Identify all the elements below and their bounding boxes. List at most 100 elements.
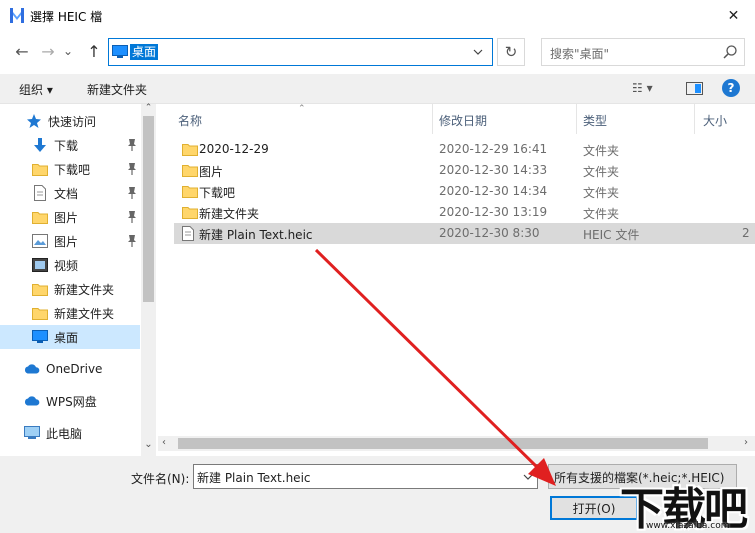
folder-icon — [32, 281, 48, 297]
pin-icon — [126, 138, 138, 152]
recent-locations-button[interactable]: ⌄ — [61, 40, 75, 62]
back-button[interactable]: ← — [11, 40, 33, 62]
file-row[interactable]: 图片 2020-12-30 14:33 文件夹 — [174, 160, 755, 181]
file-name: 2020-12-29 — [199, 142, 269, 156]
file-row[interactable]: 新建 Plain Text.heic 2020-12-30 8:30 HEIC 文件… — [174, 223, 755, 244]
sidebar-item[interactable]: 新建文件夹 — [0, 277, 140, 301]
search-icon[interactable] — [722, 44, 738, 60]
sidebar-item-label: WPS网盘 — [46, 394, 97, 409]
scroll-left-arrow-icon[interactable]: ‹ — [162, 437, 166, 448]
file-type: 文件夹 — [583, 144, 620, 158]
file-row[interactable]: 下载吧 2020-12-30 14:34 文件夹 — [174, 181, 755, 202]
folder-icon — [182, 184, 198, 199]
file-row[interactable]: 2020-12-29 2020-12-29 16:41 文件夹 — [174, 139, 755, 160]
column-header-size[interactable]: 大小 — [703, 112, 727, 129]
filename-dropdown-button[interactable] — [521, 469, 535, 485]
organize-menu-button[interactable]: 组织 ▾ — [19, 81, 53, 98]
window-title: 選擇 HEIC 檔 — [30, 10, 103, 24]
sidebar-item-label: 桌面 — [54, 330, 79, 345]
sidebar-item-label: 视频 — [54, 258, 79, 273]
column-divider[interactable] — [694, 104, 695, 134]
horizontal-scrollbar[interactable]: ‹ › — [158, 436, 755, 451]
close-button[interactable]: ✕ — [712, 0, 755, 32]
sidebar-item-label: 下载吧 — [54, 162, 91, 177]
sidebar-item[interactable]: 新建文件夹 — [0, 301, 140, 325]
sidebar-item[interactable]: 图片 — [0, 205, 140, 229]
address-dropdown-button[interactable] — [471, 44, 485, 60]
file-name: 图片 — [199, 165, 224, 179]
column-header-name[interactable]: 名称 — [178, 112, 202, 129]
file-modified: 2020-12-29 16:41 — [439, 142, 548, 156]
pin-icon — [126, 210, 138, 224]
address-bar[interactable]: 桌面 — [108, 38, 493, 66]
scroll-down-arrow-icon[interactable]: ⌄ — [143, 440, 154, 450]
file-modified: 2020-12-30 13:19 — [439, 205, 548, 219]
column-header-modified[interactable]: 修改日期 — [439, 112, 487, 129]
scroll-up-arrow-icon[interactable]: ⌃ — [143, 104, 154, 113]
file-name: 新建文件夹 — [199, 207, 260, 221]
filename-value[interactable]: 新建 Plain Text.heic — [197, 469, 311, 486]
folder-icon — [32, 161, 48, 177]
sidebar-item-label: 新建文件夹 — [54, 282, 115, 297]
sidebar-item[interactable]: 桌面 — [0, 325, 140, 349]
file-modified: 2020-12-30 14:33 — [439, 163, 548, 177]
file-modified: 2020-12-30 14:34 — [439, 184, 548, 198]
app-logo-icon — [9, 7, 25, 24]
sort-ascending-icon: ⌃ — [298, 104, 306, 114]
file-icon — [182, 226, 196, 241]
view-options-button[interactable]: ☷ ▾ — [632, 81, 653, 95]
title-bar: 選擇 HEIC 檔 ✕ — [0, 0, 755, 32]
sidebar-item[interactable]: 下载 — [0, 133, 140, 157]
address-text[interactable]: 桌面 — [130, 44, 159, 60]
column-header-type[interactable]: 类型 — [583, 112, 607, 129]
cloud-icon — [24, 361, 40, 377]
pin-icon — [126, 186, 138, 200]
star-icon — [26, 113, 42, 129]
sidebar-item[interactable]: WPS网盘 — [0, 389, 140, 413]
file-list: ⌃ 名称 修改日期 类型 大小 2020-12-29 2020-12-29 16:… — [158, 104, 755, 436]
file-type: 文件夹 — [583, 165, 620, 179]
sidebar-item[interactable]: 文档 — [0, 181, 140, 205]
sidebar-item[interactable]: 视频 — [0, 253, 140, 277]
forward-button[interactable]: → — [37, 40, 59, 62]
sidebar-item-label: 新建文件夹 — [54, 306, 115, 321]
chevron-down-icon — [473, 49, 483, 55]
back-arrow-icon: ← — [15, 41, 29, 61]
scrollbar-thumb[interactable] — [143, 116, 154, 302]
filename-field[interactable]: 新建 Plain Text.heic — [193, 464, 538, 489]
chevron-down-icon: ⌄ — [62, 44, 74, 58]
folder-icon — [182, 163, 198, 178]
file-type: 文件夹 — [583, 207, 620, 221]
file-name: 新建 Plain Text.heic — [199, 228, 313, 242]
watermark: 下载吧 www.xiazaiba.com — [620, 473, 755, 533]
file-row[interactable]: 新建文件夹 2020-12-30 13:19 文件夹 — [174, 202, 755, 223]
up-button[interactable]: ↑ — [83, 40, 105, 62]
file-size: 2 — [742, 226, 750, 240]
scrollbar-thumb[interactable] — [178, 438, 708, 449]
sidebar-item-label: 此电脑 — [46, 426, 83, 441]
help-icon: ? — [727, 81, 735, 95]
search-input[interactable]: 搜索"桌面" — [541, 38, 745, 66]
navigation-scrollbar[interactable]: ⌃ ⌄ — [141, 104, 156, 456]
sidebar-item-label: 文档 — [54, 186, 79, 201]
toolbar: 组织 ▾ 新建文件夹 ☷ ▾ ? — [0, 74, 755, 104]
scroll-right-arrow-icon[interactable]: › — [744, 437, 748, 448]
help-button[interactable]: ? — [722, 79, 740, 97]
file-modified: 2020-12-30 8:30 — [439, 226, 540, 240]
pin-icon — [126, 234, 138, 248]
chevron-down-icon — [523, 474, 533, 480]
preview-pane-button[interactable] — [686, 82, 703, 95]
filename-label: 文件名(N): — [131, 472, 190, 486]
document-icon — [32, 185, 48, 201]
up-arrow-icon: ↑ — [87, 41, 101, 61]
new-folder-button[interactable]: 新建文件夹 — [87, 81, 147, 98]
file-type: 文件夹 — [583, 186, 620, 200]
sidebar-item[interactable]: 快速访问 — [0, 109, 140, 133]
refresh-button[interactable]: ↻ — [497, 38, 525, 66]
column-divider[interactable] — [576, 104, 577, 134]
column-divider[interactable] — [432, 104, 433, 134]
sidebar-item[interactable]: 图片 — [0, 229, 140, 253]
sidebar-item[interactable]: 下载吧 — [0, 157, 140, 181]
sidebar-item[interactable]: 此电脑 — [0, 421, 140, 445]
sidebar-item[interactable]: OneDrive — [0, 357, 140, 381]
